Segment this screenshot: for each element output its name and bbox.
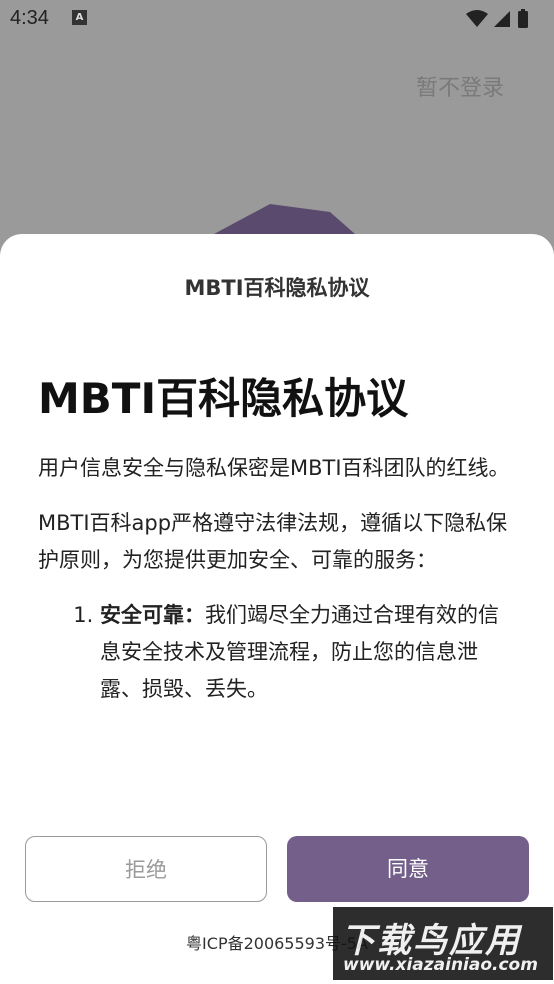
watermark-url: www.xiazainiao.com xyxy=(343,955,538,975)
privacy-content[interactable]: MBTI百科隐私协议 用户信息安全与隐私保密是MBTI百科团队的红线。 MBTI… xyxy=(38,374,518,799)
privacy-heading: MBTI百科隐私协议 xyxy=(38,374,409,423)
reject-button[interactable]: 拒绝 xyxy=(25,836,267,902)
dialog-title: MBTI百科隐私协议 xyxy=(184,276,370,300)
list-item: 安全可靠：我们竭尽全力通过合理有效的信息安全技术及管理流程，防止您的信息泄露、损… xyxy=(100,597,518,708)
privacy-dialog: MBTI百科隐私协议 MBTI百科隐私协议 用户信息安全与隐私保密是MBTI百科… xyxy=(0,234,554,984)
wifi-icon xyxy=(466,10,488,27)
system-icons xyxy=(464,8,544,35)
privacy-paragraph: 用户信息安全与隐私保密是MBTI百科团队的红线。 xyxy=(38,456,510,481)
principles-list: 安全可靠：我们竭尽全力通过合理有效的信息安全技术及管理流程，防止您的信息泄露、损… xyxy=(38,597,518,708)
battery-icon xyxy=(518,11,528,28)
list-item-bold: 安全可靠： xyxy=(100,603,205,628)
skip-login-link[interactable]: 暂不登录 xyxy=(416,70,504,102)
agree-button[interactable]: 同意 xyxy=(287,836,529,902)
privacy-paragraph: MBTI百科app严格遵守法律法规，遵循以下隐私保护原则，为您提供更加安全、可靠… xyxy=(38,511,508,573)
cell-signal-icon xyxy=(494,11,510,27)
notification-icon: A xyxy=(72,10,87,25)
status-bar: 4:34 A xyxy=(0,0,554,38)
watermark-logo: 下载鸟应用 www.xiazainiao.com xyxy=(333,907,553,980)
signal-battery-icons xyxy=(466,9,528,28)
status-time: 4:34 xyxy=(10,7,49,29)
